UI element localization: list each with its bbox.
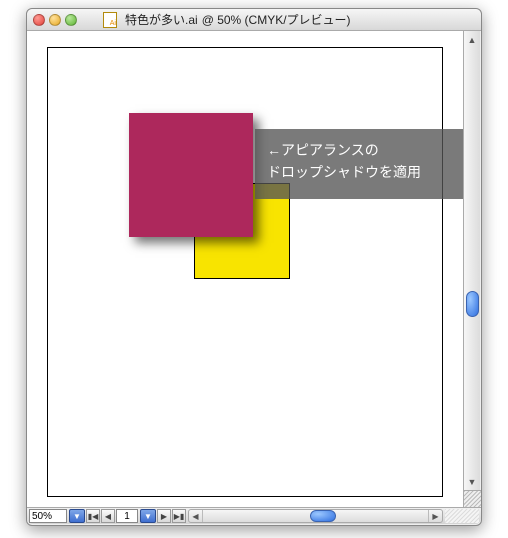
document-icon xyxy=(103,12,117,28)
last-page-button[interactable]: ▶▮ xyxy=(172,509,186,523)
page-menu-button[interactable]: ▼ xyxy=(140,509,156,523)
titlebar: 特色が多い.ai @ 50% (CMYK/プレビュー) xyxy=(27,9,481,31)
resize-grip-icon[interactable] xyxy=(464,490,481,507)
window-title-filename: 特色が多い.ai xyxy=(125,11,198,28)
scroll-right-icon[interactable]: ▶ xyxy=(428,510,442,522)
scroll-up-icon[interactable]: ▲ xyxy=(464,31,480,48)
zoom-field[interactable]: 50% xyxy=(29,509,67,523)
annotation-overlay: ←アピアランスの ドロップシャドウを適用 xyxy=(255,129,473,199)
statusbar-grip-icon xyxy=(445,509,479,523)
scroll-left-icon[interactable]: ◀ xyxy=(189,510,203,522)
vertical-scroll-thumb[interactable] xyxy=(466,291,479,317)
horizontal-scroll-thumb[interactable] xyxy=(310,510,336,522)
first-page-button[interactable]: ▮◀ xyxy=(86,509,100,523)
scroll-down-icon[interactable]: ▼ xyxy=(464,473,480,490)
horizontal-scrollbar[interactable]: ◀ ▶ xyxy=(188,509,443,523)
vertical-scrollbar[interactable]: ▲ ▼ xyxy=(463,31,480,507)
magenta-square[interactable] xyxy=(129,113,253,237)
prev-page-button[interactable]: ◀ xyxy=(101,509,115,523)
close-icon[interactable] xyxy=(33,14,45,26)
zoom-menu-button[interactable]: ▼ xyxy=(69,509,85,523)
annotation-line1: ←アピアランスの xyxy=(267,139,461,161)
page-number-field[interactable]: 1 xyxy=(116,509,138,523)
app-window: 特色が多い.ai @ 50% (CMYK/プレビュー) ←アピアランスの ドロッ… xyxy=(26,8,482,526)
next-page-button[interactable]: ▶ xyxy=(157,509,171,523)
minimize-icon[interactable] xyxy=(49,14,61,26)
canvas-area[interactable]: ←アピアランスの ドロップシャドウを適用 xyxy=(27,31,463,507)
statusbar: 50% ▼ ▮◀ ◀ 1 ▼ ▶ ▶▮ ◀ ▶ xyxy=(27,507,481,524)
annotation-line2: ドロップシャドウを適用 xyxy=(267,161,461,183)
window-title-suffix: @ 50% (CMYK/プレビュー) xyxy=(202,11,351,28)
zoom-icon[interactable] xyxy=(65,14,77,26)
